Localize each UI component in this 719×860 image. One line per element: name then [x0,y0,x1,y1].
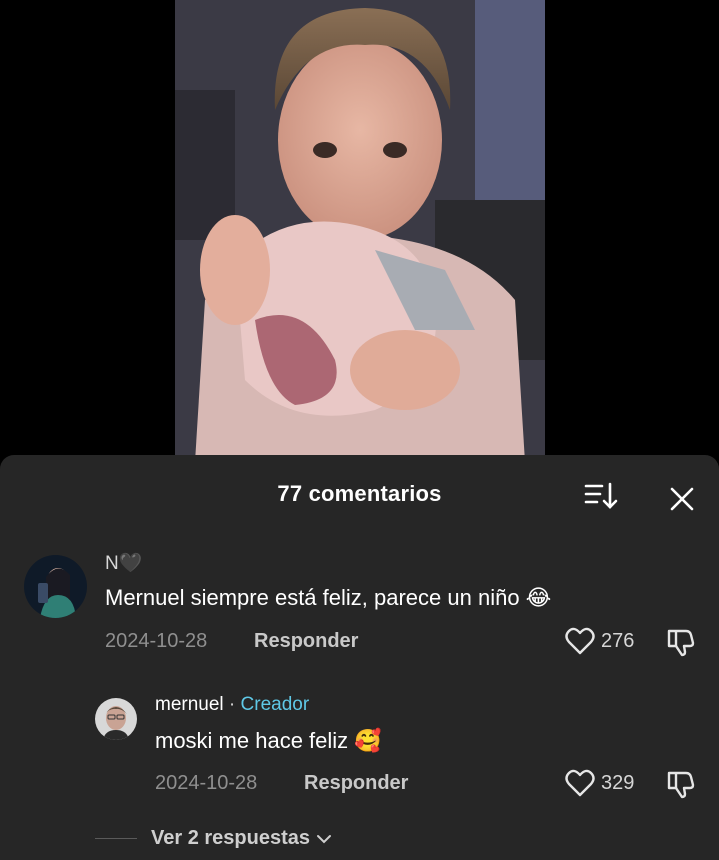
heart-icon [565,627,595,655]
reply-author: mernuel · Creador [155,694,309,716]
close-button[interactable] [664,481,700,517]
like-button[interactable]: 329 [565,769,634,797]
like-count: 276 [601,629,635,652]
video-frame[interactable] [175,0,545,462]
video-still-image [175,0,545,462]
close-icon [670,487,694,511]
reply-username[interactable]: mernuel [155,694,224,715]
reply-date: 2024-10-28 [155,772,258,794]
reply-text: moski me hace feliz 🥰 [155,728,382,753]
creator-badge: Creador [240,694,310,715]
like-button[interactable]: 276 [565,627,634,655]
view-replies-button[interactable]: Ver 2 respuestas [95,827,332,850]
avatar[interactable] [24,555,87,618]
view-replies-label: Ver 2 respuestas [151,827,310,849]
comment-text: Mernuel siempre está feliz, parece un ni… [105,585,552,610]
chevron-down-icon [317,834,331,843]
like-count: 329 [601,771,635,794]
comments-sheet: 77 comentarios N🖤 Mernuel siempre está f… [0,455,719,860]
sort-descending-icon [584,482,618,509]
comment-date: 2024-10-28 [105,630,208,652]
thumbs-down-icon [667,629,695,657]
divider-line [95,838,137,839]
sort-button[interactable] [580,481,620,513]
video-player[interactable] [0,0,719,462]
heart-icon [565,769,595,797]
reply-button[interactable]: Responder [304,772,408,795]
dislike-button[interactable] [666,769,696,799]
thumbs-down-icon [667,771,695,799]
avatar[interactable] [95,698,137,740]
dislike-button[interactable] [666,627,696,657]
separator-dot: · [223,694,241,715]
comment-username[interactable]: N🖤 [105,551,142,575]
reply-button[interactable]: Responder [254,630,358,653]
